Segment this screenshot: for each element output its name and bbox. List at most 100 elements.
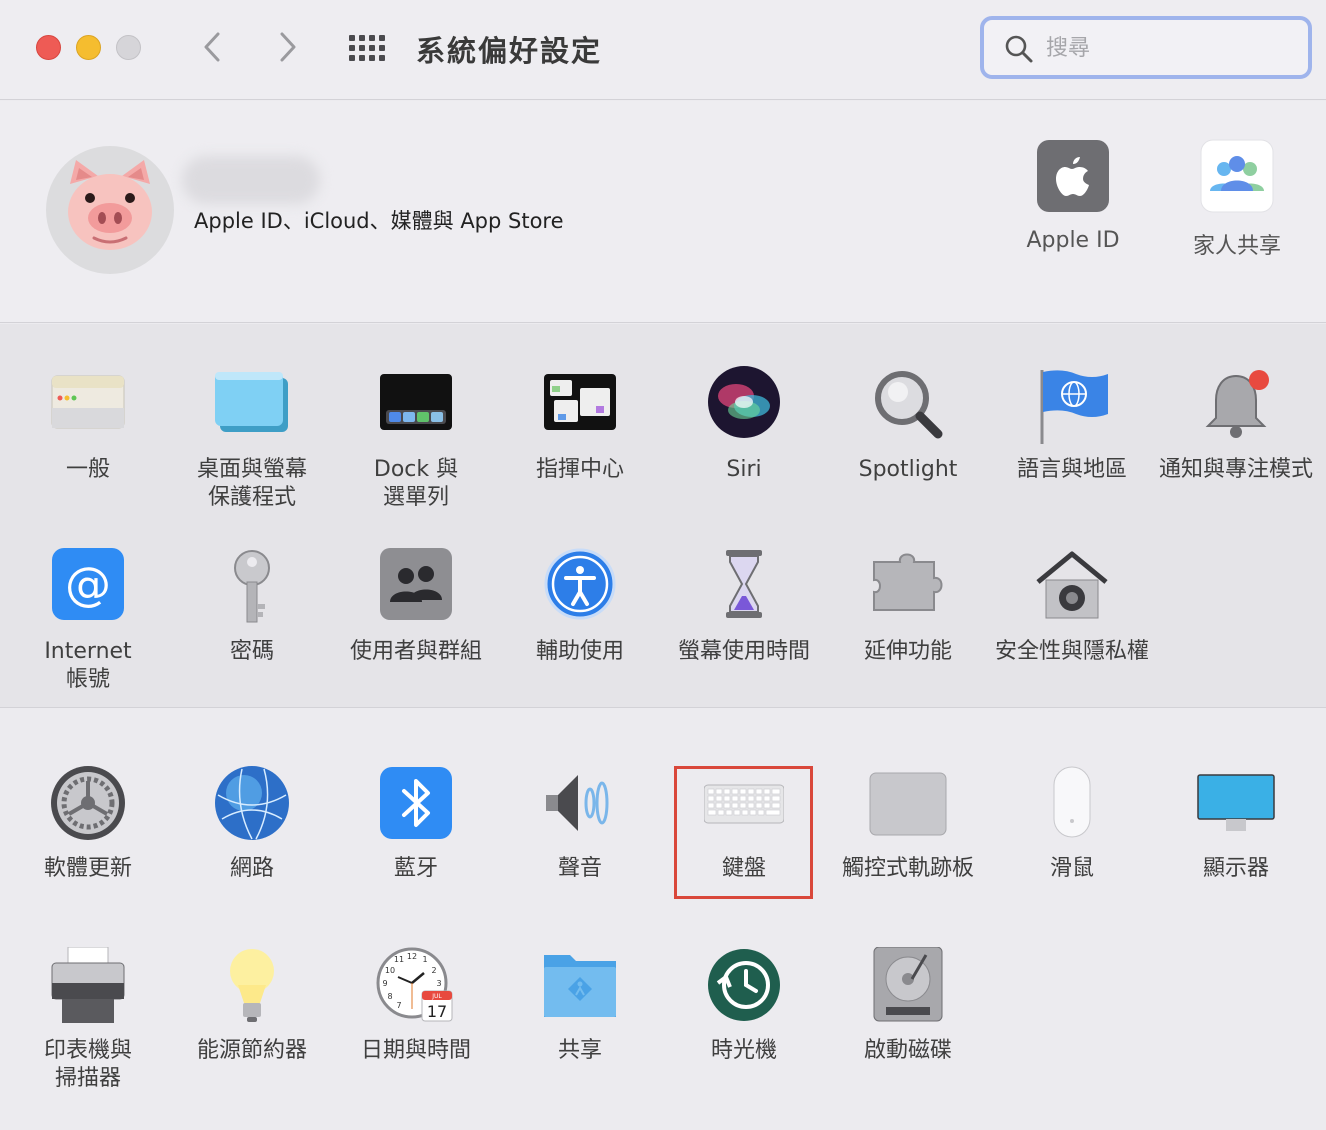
pane-passwords[interactable]: 密碼 [170,548,334,666]
pane-desktop-screensaver[interactable]: 桌面與螢幕 保護程式 [170,366,334,512]
family-sharing-pane[interactable]: 家人共享 [1167,139,1307,260]
pane-label: 顯示器 [1202,856,1269,881]
pane-energy-saver[interactable]: 能源節約器 [170,947,334,1065]
shared-folder-icon [544,955,616,1017]
pane-label: 語言與地區 [1016,457,1127,482]
pane-dock[interactable]: Dock 與 選單列 [334,366,498,512]
pane-siri[interactable]: Siri [662,366,826,484]
pane-label: Dock 與 選單列 [373,457,459,510]
key-icon [234,550,270,623]
pane-language-region[interactable]: 語言與地區 [990,366,1154,484]
pane-spotlight[interactable]: Spotlight [826,366,990,484]
pane-label: 藍牙 [393,856,438,881]
pane-label: 時光機 [710,1038,777,1063]
pane-label: 通知與專注模式 [1158,457,1313,482]
pane-label: 聲音 [557,856,602,881]
mission-control-icon [544,374,616,430]
clock-number: 8 [387,992,392,1001]
pane-printers-scanners[interactable]: 印表機與 掃描器 [6,946,170,1093]
hardware-prefs-section: 軟體更新 網路 藍牙 聲音 鍵盤 觸控式軌跡板 滑鼠 顯示器 印表機與 掃描器 … [0,709,1326,1130]
pane-label: 指揮中心 [535,457,624,482]
search-input[interactable] [1046,30,1286,66]
clock-calendar-icon: 12 11 1 10 2 9 3 8 7 JUL 17 [376,947,453,1022]
pane-notifications-focus[interactable]: 通知與專注模式 [1154,366,1318,484]
pane-label: 網路 [229,856,274,881]
pane-internet-accounts[interactable]: @ Internet 帳號 [6,548,170,694]
pane-label: 安全性與隱私權 [994,639,1149,664]
pane-extensions[interactable]: 延伸功能 [826,548,990,666]
dock-icon [380,374,452,430]
family-sharing-label: 家人共享 [1192,234,1281,259]
speaker-icon [546,775,609,831]
pane-label: 鍵盤 [721,856,766,881]
blurred-account-name [182,156,320,204]
clock-number: 10 [385,966,395,975]
clock-number: 11 [394,955,404,964]
pane-general[interactable]: 一般 [6,366,170,484]
svg-text:@: @ [65,557,111,611]
lightbulb-icon [230,949,274,1022]
personal-prefs-section: 一般 桌面與螢幕 保護程式 Dock 與 選單列 指揮中心 Siri Spotl… [0,324,1326,708]
pane-time-machine[interactable]: 時光機 [662,947,826,1065]
pane-trackpad[interactable]: 觸控式軌跡板 [826,765,990,883]
zoom-window-button[interactable] [116,35,141,60]
apple-logo-icon [1037,140,1109,212]
chevron-right-icon [280,32,296,62]
pane-sharing[interactable]: 共享 [498,947,662,1065]
avatar[interactable] [46,146,174,274]
trackpad-icon [869,772,947,836]
pane-mouse[interactable]: 滑鼠 [990,765,1154,883]
pane-users-groups[interactable]: 使用者與群組 [334,548,498,666]
hourglass-icon [726,550,762,618]
clock-number: 3 [436,979,441,988]
pane-date-time[interactable]: 12 11 1 10 2 9 3 8 7 JUL 17 日期與時間 [334,947,498,1065]
search-field[interactable] [980,16,1312,79]
pane-mission-control[interactable]: 指揮中心 [498,366,662,484]
apple-id-pane[interactable]: Apple ID [1003,139,1143,253]
pane-label: 使用者與群組 [349,639,482,664]
pane-label: Spotlight [858,457,958,482]
account-banner: Apple ID、iCloud、媒體與 App Store Apple ID 家… [0,101,1326,323]
pane-label: 密碼 [229,639,274,664]
apple-id-label: Apple ID [1026,228,1120,253]
clock-number: 12 [407,952,417,961]
siri-icon [708,366,780,438]
hard-disk-icon [873,946,943,1022]
search-icon [1005,35,1033,63]
forward-button[interactable] [272,30,302,64]
minimize-window-button[interactable] [76,35,101,60]
keyboard-icon [703,784,785,824]
pane-network[interactable]: 網路 [170,765,334,883]
show-all-button[interactable] [348,34,386,62]
pane-label: 螢幕使用時間 [677,639,810,664]
pane-keyboard[interactable]: 鍵盤 [662,765,826,883]
pane-label: 延伸功能 [863,639,952,664]
pane-security-privacy[interactable]: 安全性與隱私權 [990,548,1154,666]
close-window-button[interactable] [36,35,61,60]
back-button[interactable] [198,30,228,64]
grid-icon [349,35,385,61]
pane-accessibility[interactable]: 輔助使用 [498,548,662,666]
software-update-gear-icon [51,766,125,840]
pane-displays[interactable]: 顯示器 [1154,765,1318,883]
clock-number: 2 [431,966,436,975]
pane-label: 啟動磁碟 [863,1038,952,1063]
clock-number: 7 [396,1001,401,1010]
pane-software-update[interactable]: 軟體更新 [6,765,170,883]
house-lock-icon [1036,551,1108,619]
accessibility-icon [544,548,616,620]
pane-label: 滑鼠 [1049,856,1094,881]
pane-startup-disk[interactable]: 啟動磁碟 [826,946,990,1065]
pane-sound[interactable]: 聲音 [498,765,662,883]
at-sign-icon: @ [52,548,124,620]
family-sharing-icon [1200,139,1274,213]
account-subtitle[interactable]: Apple ID、iCloud、媒體與 App Store [194,205,564,235]
pane-screen-time[interactable]: 螢幕使用時間 [662,548,826,666]
pane-label: 觸控式軌跡板 [841,856,974,881]
pane-bluetooth[interactable]: 藍牙 [334,765,498,883]
pane-label: 共享 [557,1038,602,1063]
pane-label: 一般 [65,457,110,482]
globe-flag-icon [1040,370,1108,444]
pig-memoji-icon [68,160,152,250]
clock-number: 9 [382,979,387,988]
